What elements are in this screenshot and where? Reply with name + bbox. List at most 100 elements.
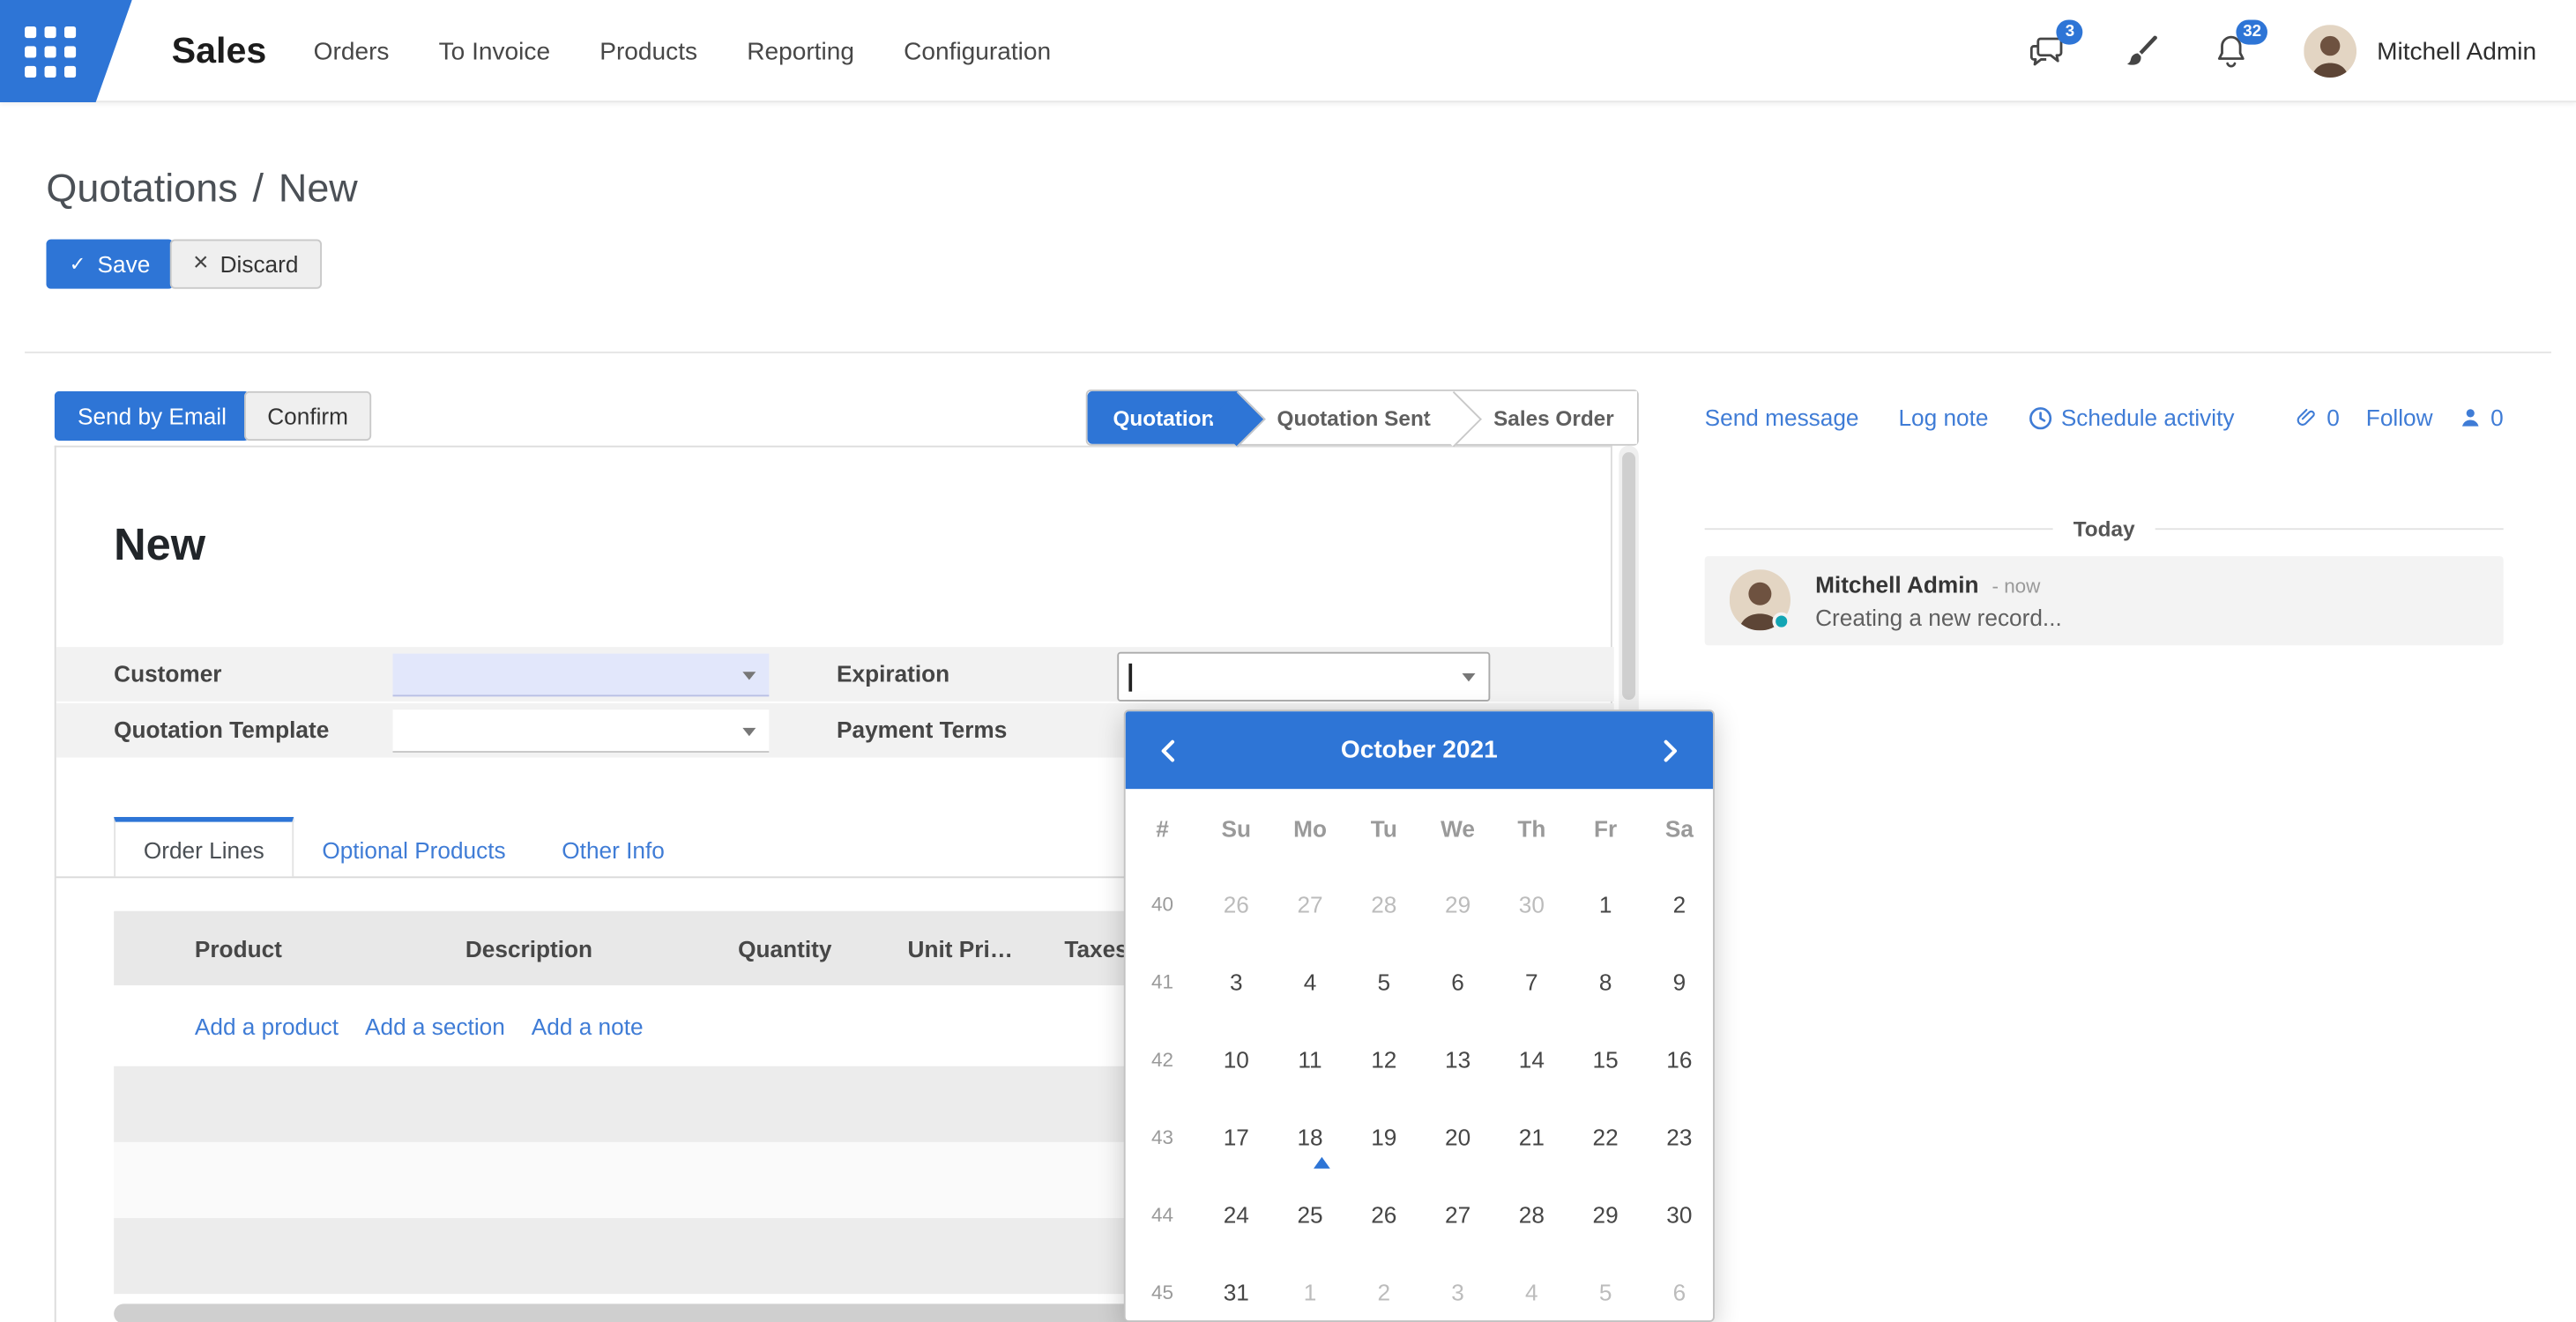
- schedule-activity-label: Schedule activity: [2061, 405, 2235, 431]
- day-26-adjacent[interactable]: 26: [1199, 866, 1273, 944]
- column-header-quantity: Quantity: [719, 935, 831, 962]
- message-author[interactable]: Mitchell Admin- now: [1815, 571, 2040, 598]
- day-16[interactable]: 16: [1642, 1021, 1715, 1099]
- messages-button[interactable]: 3: [2027, 32, 2066, 71]
- day-29-adjacent[interactable]: 29: [1421, 866, 1495, 944]
- day-28[interactable]: 28: [1494, 1177, 1568, 1254]
- week-number-40: 40: [1126, 866, 1200, 944]
- chatter-toolbar-right: 0 Follow 0: [2294, 405, 2504, 431]
- today-marker: [1314, 1157, 1330, 1169]
- day-11[interactable]: 11: [1273, 1021, 1347, 1099]
- day-29[interactable]: 29: [1568, 1177, 1642, 1254]
- day-20[interactable]: 20: [1421, 1099, 1495, 1177]
- menu-item-products[interactable]: Products: [599, 37, 697, 65]
- day-4[interactable]: 4: [1273, 944, 1347, 1021]
- datepicker-header: October 2021: [1126, 711, 1713, 789]
- add-a-note-link[interactable]: Add a note: [532, 1013, 644, 1039]
- day-3[interactable]: 3: [1199, 944, 1273, 1021]
- day-8[interactable]: 8: [1568, 944, 1642, 1021]
- day-1-adjacent[interactable]: 1: [1273, 1254, 1347, 1322]
- person-icon: [2460, 406, 2483, 429]
- expiration-field[interactable]: [1117, 652, 1490, 702]
- check-icon: ✓: [70, 253, 86, 276]
- next-month-button[interactable]: [1650, 731, 1690, 770]
- quotation-template-field[interactable]: [393, 709, 770, 753]
- brush-button[interactable]: [2119, 32, 2159, 71]
- schedule-activity-button[interactable]: Schedule activity: [2028, 405, 2234, 431]
- prev-month-button[interactable]: [1149, 731, 1188, 770]
- day-2[interactable]: 2: [1642, 866, 1715, 944]
- activities-button[interactable]: 32: [2212, 32, 2252, 71]
- day-2-adjacent[interactable]: 2: [1347, 1254, 1421, 1322]
- menu-item-orders[interactable]: Orders: [314, 37, 390, 65]
- app-name[interactable]: Sales: [172, 0, 267, 102]
- add-a-section-link[interactable]: Add a section: [365, 1013, 505, 1039]
- day-12[interactable]: 12: [1347, 1021, 1421, 1099]
- dow-mo: Mo: [1273, 814, 1347, 841]
- day-23[interactable]: 23: [1642, 1099, 1715, 1177]
- odoo-sales-app: Sales Orders To Invoice Products Reporting C…: [0, 0, 2576, 1322]
- followers-button[interactable]: 0: [2460, 405, 2504, 431]
- day-18[interactable]: 18: [1273, 1099, 1347, 1177]
- attachments-button[interactable]: 0: [2294, 405, 2340, 431]
- day-22[interactable]: 22: [1568, 1099, 1642, 1177]
- day-26[interactable]: 26: [1347, 1177, 1421, 1254]
- status-step-quotation-sent[interactable]: Quotation Sent: [1238, 391, 1455, 444]
- day-19[interactable]: 19: [1347, 1099, 1421, 1177]
- day-13[interactable]: 13: [1421, 1021, 1495, 1099]
- day-30[interactable]: 30: [1642, 1177, 1715, 1254]
- expiration-label: Expiration: [837, 660, 949, 687]
- tab-other-info[interactable]: Other Info: [533, 817, 692, 876]
- day-6[interactable]: 6: [1421, 944, 1495, 1021]
- day-10[interactable]: 10: [1199, 1021, 1273, 1099]
- clock-icon: [2028, 405, 2052, 430]
- day-24[interactable]: 24: [1199, 1177, 1273, 1254]
- sheet-scrollbar-thumb[interactable]: [1622, 452, 1635, 700]
- datepicker-title[interactable]: October 2021: [1188, 736, 1650, 764]
- day-31[interactable]: 31: [1199, 1254, 1273, 1322]
- top-navbar: Sales Orders To Invoice Products Reporting C…: [0, 0, 2576, 102]
- send-by-email-button[interactable]: Send by Email: [55, 391, 249, 441]
- week-number-45: 45: [1126, 1254, 1200, 1322]
- day-5-adjacent[interactable]: 5: [1568, 1254, 1642, 1322]
- menu-item-to-invoice[interactable]: To Invoice: [439, 37, 550, 65]
- day-7[interactable]: 7: [1494, 944, 1568, 1021]
- discard-button[interactable]: × Discard: [170, 240, 322, 289]
- message-body: Creating a new record...: [1815, 604, 2062, 630]
- day-28-adjacent[interactable]: 28: [1347, 866, 1421, 944]
- status-step-sales-order[interactable]: Sales Order: [1454, 391, 1637, 444]
- day-25[interactable]: 25: [1273, 1177, 1347, 1254]
- today-label: Today: [2073, 516, 2135, 541]
- customer-field[interactable]: [393, 654, 770, 697]
- day-27[interactable]: 27: [1421, 1177, 1495, 1254]
- day-3-adjacent[interactable]: 3: [1421, 1254, 1495, 1322]
- navbar-menu: Orders To Invoice Products Reporting Configu…: [314, 0, 1052, 102]
- confirm-button[interactable]: Confirm: [244, 391, 371, 441]
- log-note-button[interactable]: Log note: [1898, 405, 1988, 431]
- day-17[interactable]: 17: [1199, 1099, 1273, 1177]
- day-9[interactable]: 9: [1642, 944, 1715, 1021]
- day-14[interactable]: 14: [1494, 1021, 1568, 1099]
- column-header-product: Product: [195, 935, 465, 962]
- tab-optional-products[interactable]: Optional Products: [294, 817, 533, 876]
- status-step-quotation[interactable]: Quotation: [1088, 391, 1237, 444]
- save-button[interactable]: ✓ Save: [46, 240, 173, 289]
- menu-item-configuration[interactable]: Configuration: [904, 37, 1051, 65]
- day-27-adjacent[interactable]: 27: [1273, 866, 1347, 944]
- day-5[interactable]: 5: [1347, 944, 1421, 1021]
- send-message-button[interactable]: Send message: [1705, 405, 1859, 431]
- day-15[interactable]: 15: [1568, 1021, 1642, 1099]
- apps-menu-button[interactable]: [0, 0, 132, 102]
- user-menu[interactable]: Mitchell Admin: [2304, 25, 2536, 78]
- tab-order-lines[interactable]: Order Lines: [114, 817, 294, 876]
- menu-item-reporting[interactable]: Reporting: [747, 37, 854, 65]
- column-header-unit-pric: Unit Pric…: [831, 935, 1019, 962]
- day-1[interactable]: 1: [1568, 866, 1642, 944]
- day-21[interactable]: 21: [1494, 1099, 1568, 1177]
- day-4-adjacent[interactable]: 4: [1494, 1254, 1568, 1322]
- follow-button[interactable]: Follow: [2366, 405, 2433, 431]
- add-a-product-link[interactable]: Add a product: [195, 1013, 339, 1039]
- breadcrumb-parent[interactable]: Quotations: [46, 167, 237, 212]
- day-6-adjacent[interactable]: 6: [1642, 1254, 1715, 1322]
- day-30-adjacent[interactable]: 30: [1494, 866, 1568, 944]
